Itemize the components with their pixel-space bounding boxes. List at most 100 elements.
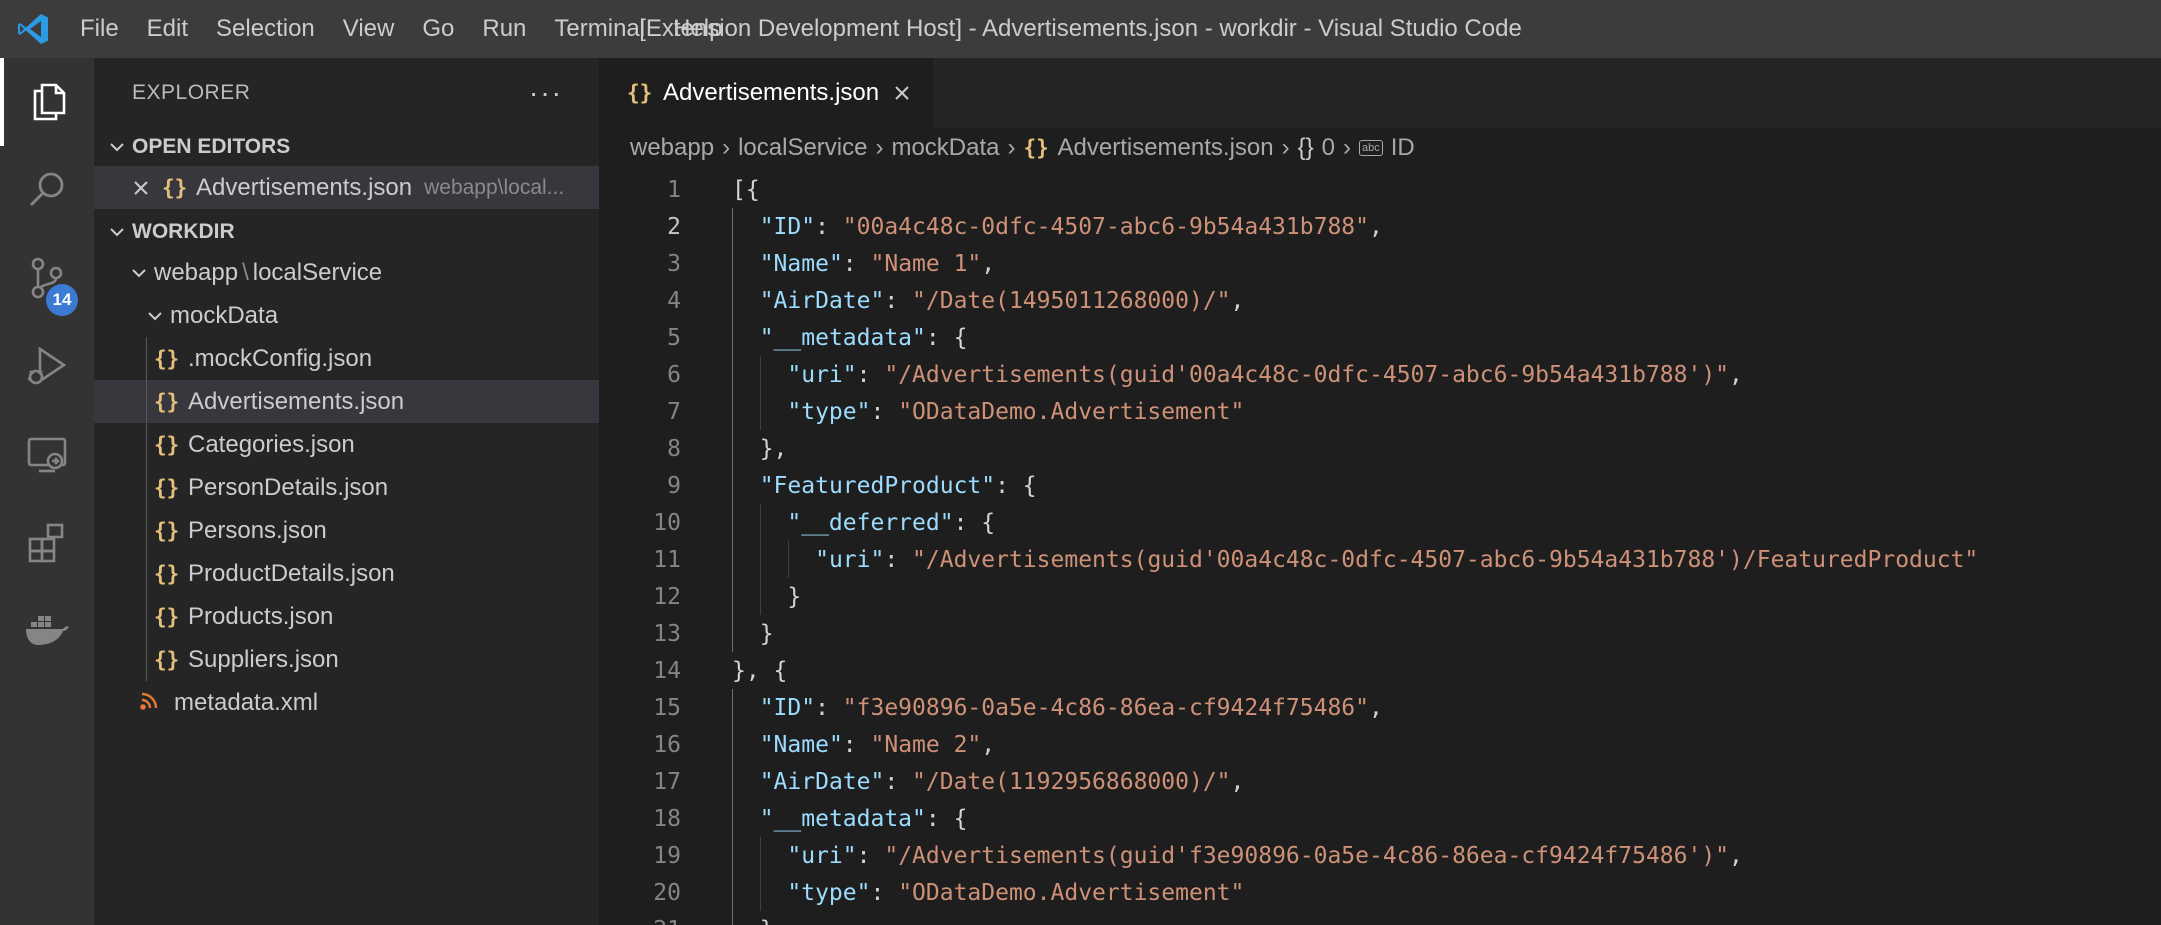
code-line[interactable]: 12 } <box>599 578 2161 615</box>
code-content: "Name": "Name 1", <box>732 251 995 277</box>
breadcrumb-mockdata[interactable]: mockData <box>891 134 999 162</box>
code-line[interactable]: 17 "AirDate": "/Date(1192956868000)/", <box>599 763 2161 800</box>
menu-bar: File Edit Selection View Go Run Terminal… <box>66 0 736 58</box>
more-actions-icon[interactable]: ··· <box>529 77 563 109</box>
menu-view[interactable]: View <box>329 0 409 58</box>
json-punct: }, <box>732 435 788 462</box>
json-key: "Name" <box>759 250 843 277</box>
extensions-icon[interactable] <box>0 498 94 586</box>
menu-help[interactable]: Help <box>659 0 736 58</box>
code-line[interactable]: 9 "FeaturedProduct": { <box>599 467 2161 504</box>
rss-icon <box>140 690 174 716</box>
code-line[interactable]: 3 "Name": "Name 1", <box>599 245 2161 282</box>
code-line[interactable]: 19 "uri": "/Advertisements(guid'f3e90896… <box>599 837 2161 874</box>
close-icon[interactable] <box>132 179 162 197</box>
json-punct <box>732 769 760 795</box>
code-content: "uri": "/Advertisements(guid'00a4c48c-0d… <box>732 547 1978 573</box>
docker-icon[interactable] <box>0 586 94 674</box>
code-content: "uri": "/Advertisements(guid'00a4c48c-0d… <box>732 362 1743 388</box>
menu-edit[interactable]: Edit <box>133 0 202 58</box>
file-item[interactable]: {} Products.json <box>94 595 599 638</box>
file-item[interactable]: {} ProductDetails.json <box>94 552 599 595</box>
breadcrumb-field[interactable]: ID <box>1391 134 1415 162</box>
json-punct: : <box>856 842 885 869</box>
folder-webapp-localservice[interactable]: webapp \ localService <box>94 251 599 294</box>
json-string: "Name 1" <box>870 250 982 277</box>
code-line[interactable]: 6 "uri": "/Advertisements(guid'00a4c48c-… <box>599 356 2161 393</box>
line-number: 2 <box>667 213 681 240</box>
code-line[interactable]: 8 }, <box>599 430 2161 467</box>
tab-advertisements-json[interactable]: {} Advertisements.json <box>599 58 934 128</box>
line-number: 21 <box>599 917 681 925</box>
file-item-selected[interactable]: {} Advertisements.json <box>94 380 599 423</box>
file-item[interactable]: {} .mockConfig.json <box>94 337 599 380</box>
json-key: "ID" <box>759 694 816 721</box>
json-file-icon: {} <box>154 604 180 629</box>
code-line[interactable]: 10 "__deferred": { <box>599 504 2161 541</box>
open-editors-section[interactable]: OPEN EDITORS <box>94 128 599 166</box>
explorer-icon[interactable] <box>0 58 94 146</box>
code-content: "ID": "00a4c48c-0dfc-4507-abc6-9b54a431b… <box>732 214 1383 240</box>
indent-guide <box>146 337 147 380</box>
close-icon[interactable] <box>893 78 911 109</box>
code-line[interactable]: 7 "type": "ODataDemo.Advertisement" <box>599 393 2161 430</box>
code-line[interactable]: 15 "ID": "f3e90896-0a5e-4c86-86ea-cf9424… <box>599 689 2161 726</box>
json-punct: , <box>1369 213 1383 240</box>
line-number: 15 <box>653 694 681 721</box>
folder-mockdata[interactable]: mockData <box>94 294 599 337</box>
json-punct: , <box>981 731 996 758</box>
file-item[interactable]: {} Suppliers.json <box>94 638 599 681</box>
code-line[interactable]: 13 } <box>599 615 2161 652</box>
open-editor-item[interactable]: {} Advertisements.json webapp\local... <box>94 166 599 209</box>
json-punct: } <box>732 583 802 610</box>
code-line[interactable]: 1 [{ <box>599 171 2161 208</box>
menu-file[interactable]: File <box>66 0 133 58</box>
json-file-icon: {} <box>154 647 180 672</box>
line-number: 19 <box>653 842 681 869</box>
json-file-icon: {} <box>162 175 188 200</box>
search-icon[interactable] <box>0 146 94 234</box>
file-item[interactable]: {} PersonDetails.json <box>94 466 599 509</box>
menu-go[interactable]: Go <box>408 0 468 58</box>
breadcrumb-localservice[interactable]: localService <box>738 134 867 162</box>
workdir-section[interactable]: WORKDIR <box>94 213 599 251</box>
json-punct <box>732 251 760 277</box>
file-label: Suppliers.json <box>188 645 339 673</box>
line-number: 12 <box>653 583 681 610</box>
json-file-icon: {} <box>154 518 180 543</box>
file-label: Advertisements.json <box>188 387 405 415</box>
code-content: }, { <box>732 658 787 684</box>
title-bar: File Edit Selection View Go Run Terminal… <box>0 0 2161 58</box>
json-punct: , <box>1369 694 1383 721</box>
code-line[interactable]: 20 "type": "ODataDemo.Advertisement" <box>599 874 2161 911</box>
code-line[interactable]: 14}, { <box>599 652 2161 689</box>
file-item-metadata[interactable]: metadata.xml <box>94 681 599 724</box>
json-punct: : <box>856 361 885 388</box>
line-number: 9 <box>667 472 681 499</box>
code-line[interactable]: 21 } <box>599 911 2161 925</box>
code-line[interactable]: 16 "Name": "Name 2", <box>599 726 2161 763</box>
code-line[interactable]: 4 "AirDate": "/Date(1495011268000)/", <box>599 282 2161 319</box>
menu-terminal[interactable]: Terminal <box>540 0 659 58</box>
breadcrumb-webapp[interactable]: webapp <box>630 134 714 162</box>
menu-run[interactable]: Run <box>468 0 540 58</box>
code-editor[interactable]: 1 [{2 "ID": "00a4c48c-0dfc-4507-abc6-9b54… <box>599 171 2161 925</box>
menu-selection[interactable]: Selection <box>202 0 329 58</box>
code-line[interactable]: 2 "ID": "00a4c48c-0dfc-4507-abc6-9b54a43… <box>599 208 2161 245</box>
code-content: } <box>732 917 774 925</box>
code-line[interactable]: 18 "__metadata": { <box>599 800 2161 837</box>
remote-explorer-icon[interactable] <box>0 410 94 498</box>
breadcrumb-index[interactable]: 0 <box>1322 134 1335 162</box>
code-line[interactable]: 5 "__metadata": { <box>599 319 2161 356</box>
source-control-icon[interactable]: 14 <box>0 234 94 322</box>
file-item[interactable]: {} Persons.json <box>94 509 599 552</box>
run-debug-icon[interactable] <box>0 322 94 410</box>
breadcrumb-file[interactable]: Advertisements.json <box>1058 134 1274 162</box>
json-punct: : <box>870 879 899 906</box>
code-line[interactable]: 11 "uri": "/Advertisements(guid'00a4c48c… <box>599 541 2161 578</box>
file-label: metadata.xml <box>174 688 319 716</box>
json-punct: [{ <box>732 176 760 203</box>
json-punct: : <box>884 287 913 314</box>
file-item[interactable]: {} Categories.json <box>94 423 599 466</box>
json-string: "/Advertisements(guid'00a4c48c-0dfc-4507… <box>884 361 1730 388</box>
